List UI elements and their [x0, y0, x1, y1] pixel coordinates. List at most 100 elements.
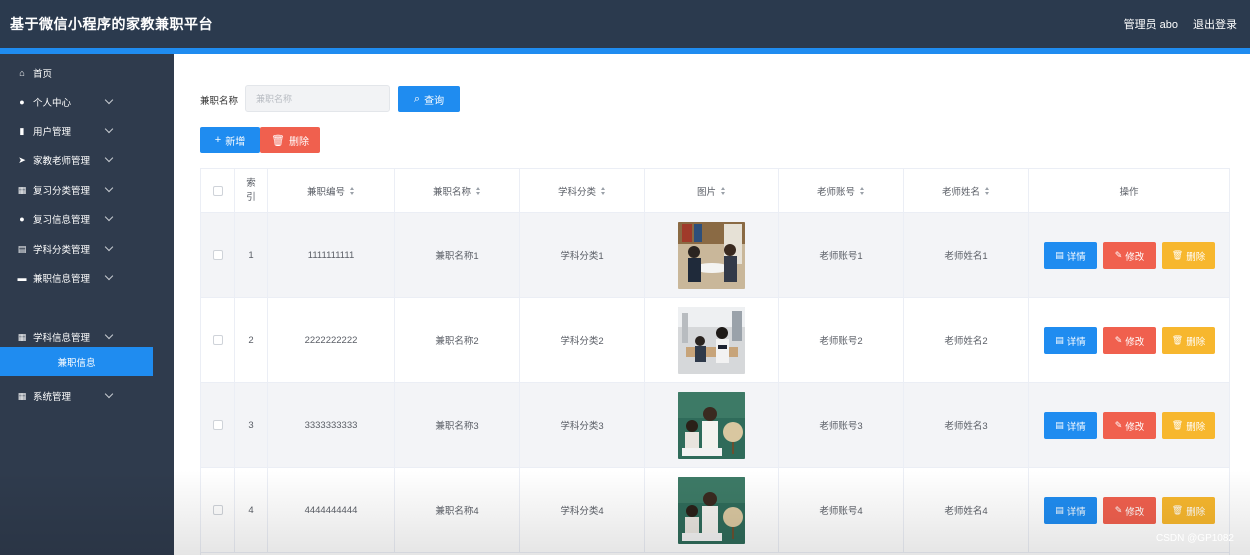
search-label: 兼职名称	[200, 96, 239, 107]
row-checkbox[interactable]	[212, 335, 223, 345]
sidebar-subitem-parttime-info[interactable]: 兼职信息	[0, 347, 153, 376]
row-cell-index: 2	[235, 298, 268, 382]
detail-button[interactable]: ▤ 详情	[1044, 412, 1097, 439]
sidebar-item-system-mgmt[interactable]: ▦ 系统管理	[0, 381, 174, 410]
delete-button[interactable]: 🗑 删除	[1162, 327, 1215, 354]
sidebar-item-label: 兼职信息管理	[33, 273, 91, 285]
pencil-icon: ✎	[1114, 420, 1123, 430]
chevron-down-icon	[104, 271, 114, 281]
row-cell-teacher-name: 老师姓名1	[904, 213, 1029, 297]
edit-button-label: 修改	[1125, 251, 1145, 263]
row-cell-index: 3	[235, 383, 268, 467]
delete-button[interactable]: 🗑 删除	[1162, 412, 1215, 439]
header-subject[interactable]: 学科分类	[520, 169, 645, 213]
row-select-cell	[201, 298, 235, 382]
document-icon: ▤	[1055, 505, 1064, 515]
select-all-checkbox[interactable]	[212, 186, 223, 196]
sidebar-item-parttime-info-mgmt[interactable]: ▬ 兼职信息管理	[0, 263, 174, 292]
batch-delete-label: 删除	[288, 136, 309, 148]
header-code[interactable]: 兼职编号	[268, 169, 395, 213]
header-name-label: 兼职名称	[432, 187, 471, 198]
row-image-cell	[645, 298, 779, 382]
batch-delete-button[interactable]: 🗑 删除	[260, 127, 320, 153]
row-cell-code: 2222222222	[268, 298, 395, 382]
row-select-cell	[201, 383, 235, 467]
header-teacher-name[interactable]: 老师姓名	[904, 169, 1029, 213]
row-cell-name: 兼职名称1	[395, 213, 520, 297]
add-button-label: 新增	[225, 136, 246, 148]
header-teacher-account[interactable]: 老师账号	[779, 169, 904, 213]
sidebar-item-label: 首页	[33, 68, 53, 80]
chevron-down-icon	[104, 242, 114, 252]
sidebar-item-user-mgmt[interactable]: ▮ 用户管理	[0, 116, 174, 145]
detail-button-label: 详情	[1066, 506, 1086, 518]
sidebar-item-review-category-mgmt[interactable]: ▦ 复习分类管理	[0, 175, 174, 204]
sidebar-item-personal-center[interactable]: ● 个人中心	[0, 87, 174, 116]
edit-button[interactable]: ✎ 修改	[1103, 327, 1156, 354]
document-icon: ▤	[1055, 250, 1064, 260]
row-cell-index: 4	[235, 468, 268, 552]
admin-user-label: 管理员 abo	[1123, 19, 1178, 31]
row-cell-code: 1111111111	[268, 213, 395, 297]
row-checkbox[interactable]	[212, 250, 223, 260]
query-button[interactable]: ⌕ 查询	[398, 86, 460, 112]
row-cell-teacher-name: 老师姓名4	[904, 468, 1029, 552]
table-header: 索引 兼职编号 兼职名称 学科分类 图片 老师账号 老师姓名 操作	[201, 168, 1229, 213]
row-cell-subject: 学科分类2	[520, 298, 645, 382]
row-cell-teacher-account: 老师账号1	[779, 213, 904, 297]
grid-icon: ▦	[17, 184, 27, 195]
user-icon: ●	[19, 96, 25, 107]
trash-icon: 🗑	[1171, 335, 1184, 345]
detail-button[interactable]: ▤ 详情	[1044, 497, 1097, 524]
row-cell-subject: 学科分类3	[520, 383, 645, 467]
sidebar-nav: ⌂ 首页 ● 个人中心 ▮ 用户管理 ➤ 家教老师管理 ▦ 复习分类管理 ● 复习信息管理 ▤ 学科分类管…	[0, 54, 174, 555]
grid-icon: ▦	[17, 331, 27, 342]
sort-icon	[985, 187, 990, 195]
sidebar-item-home[interactable]: ⌂ 首页	[0, 58, 174, 87]
detail-button-label: 详情	[1066, 251, 1086, 263]
row-image-cell	[645, 213, 779, 297]
add-button[interactable]: + 新增	[200, 127, 260, 153]
table-row: 1 1111111111 兼职名称1 学科分类1 老师账号1 老师姓名1 ▤ 详情 ✎ 修改 🗑 删除	[201, 213, 1229, 298]
grid-icon: ▦	[17, 390, 27, 401]
watermark: CSDN @GP1082	[1156, 533, 1234, 544]
trash-icon: 🗑	[1171, 250, 1184, 260]
parttime-table: 索引 兼职编号 兼职名称 学科分类 图片 老师账号 老师姓名 操作 1 11111…	[200, 168, 1230, 555]
row-cell-name: 兼职名称2	[395, 298, 520, 382]
row-cell-teacher-name: 老师姓名3	[904, 383, 1029, 467]
classroom-photo	[678, 221, 745, 289]
chevron-down-icon	[104, 183, 114, 193]
chevron-down-icon	[104, 212, 114, 222]
sort-icon	[476, 187, 481, 195]
row-cell-teacher-name: 老师姓名2	[904, 298, 1029, 382]
sidebar-item-label: 个人中心	[33, 97, 72, 109]
header-code-label: 兼职编号	[306, 187, 345, 198]
edit-button[interactable]: ✎ 修改	[1103, 412, 1156, 439]
header-select-all-cell	[201, 169, 235, 213]
edit-button[interactable]: ✎ 修改	[1103, 242, 1156, 269]
row-checkbox[interactable]	[212, 420, 223, 430]
row-cell-name: 兼职名称3	[395, 383, 520, 467]
search-input[interactable]	[245, 85, 390, 112]
edit-button[interactable]: ✎ 修改	[1103, 497, 1156, 524]
row-checkbox[interactable]	[212, 505, 223, 515]
row-cell-index: 1	[235, 213, 268, 297]
pencil-icon: ✎	[1114, 335, 1123, 345]
detail-button[interactable]: ▤ 详情	[1044, 327, 1097, 354]
sidebar-item-tutor-mgmt[interactable]: ➤ 家教老师管理	[0, 145, 174, 174]
detail-button[interactable]: ▤ 详情	[1044, 242, 1097, 269]
delete-button[interactable]: 🗑 删除	[1162, 242, 1215, 269]
row-select-cell	[201, 213, 235, 297]
sidebar-item-label: 复习分类管理	[33, 185, 91, 197]
chevron-down-icon	[104, 153, 114, 163]
delete-button[interactable]: 🗑 删除	[1162, 497, 1215, 524]
table-row: 3 3333333333 兼职名称3 学科分类3 老师账号3 老师姓名3 ▤ 详情 ✎ 修改 🗑 删除	[201, 383, 1229, 468]
header-image[interactable]: 图片	[645, 169, 779, 213]
header-actions: 操作	[1119, 187, 1139, 198]
header-name[interactable]: 兼职名称	[395, 169, 520, 213]
logout-link[interactable]: 退出登录	[1193, 16, 1237, 32]
row-image-cell	[645, 468, 779, 552]
detail-button-label: 详情	[1066, 336, 1086, 348]
sidebar-item-subject-category-mgmt[interactable]: ▤ 学科分类管理	[0, 234, 174, 263]
sidebar-item-review-info-mgmt[interactable]: ● 复习信息管理	[0, 204, 174, 233]
